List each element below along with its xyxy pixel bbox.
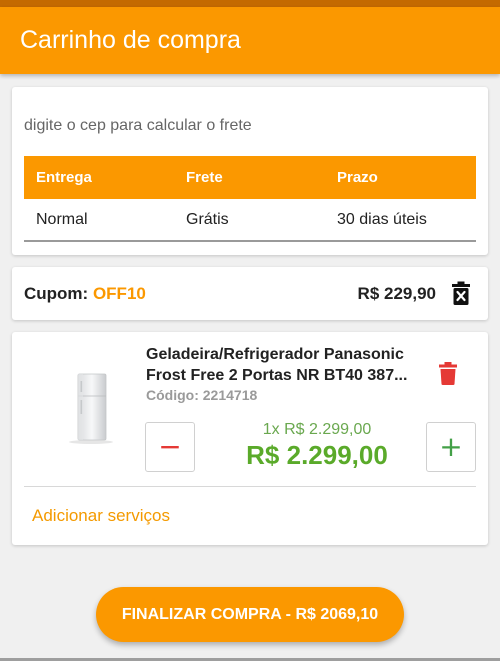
divider: [24, 486, 476, 487]
shipping-card: Entrega Frete Prazo Normal Grátis 30 dia…: [12, 87, 488, 255]
unit-price: 1x R$ 2.299,00: [262, 421, 372, 438]
coupon-card: Cupom: OFF10 R$ 229,90: [12, 267, 488, 320]
decrease-quantity-button[interactable]: −: [145, 422, 195, 472]
deadline-cell: 30 dias úteis: [337, 210, 427, 228]
status-strip: [0, 0, 500, 7]
coupon-label: Cupom: OFF10: [24, 284, 146, 304]
cart-item-card: Geladeira/Refrigerador Panasonic Frost F…: [12, 332, 488, 545]
column-header-delivery: Entrega: [36, 169, 92, 186]
increase-quantity-button[interactable]: +: [426, 422, 476, 472]
coupon-label-text: Cupom:: [24, 284, 89, 303]
coupon-value: R$ 229,90: [357, 284, 436, 303]
column-header-freight: Frete: [186, 169, 223, 186]
cep-input[interactable]: [24, 117, 464, 135]
freight-cell: Grátis: [186, 210, 229, 228]
checkout-button-label: FINALIZAR COMPRA - R$ 2069,10: [121, 605, 379, 623]
delete-item-icon[interactable]: [438, 362, 458, 385]
product-name[interactable]: Geladeira/Refrigerador Panasonic Frost F…: [146, 344, 426, 386]
item-total-price: R$ 2.299,00: [246, 440, 388, 470]
trash-icon[interactable]: [452, 281, 470, 305]
column-header-deadline: Prazo: [337, 169, 378, 186]
shipping-table-header: Entrega Frete Prazo: [24, 156, 476, 199]
page-title: Carrinho de compra: [20, 26, 241, 54]
product-code: Código: 2214718: [146, 387, 258, 403]
app-bar: Carrinho de compra: [0, 7, 500, 74]
checkout-button[interactable]: FINALIZAR COMPRA - R$ 2069,10: [96, 587, 404, 642]
coupon-code: OFF10: [92, 284, 146, 303]
add-services-link[interactable]: Adicionar serviços: [32, 506, 170, 526]
delivery-cell: Normal: [36, 210, 88, 228]
refrigerator-image: [69, 373, 113, 444]
table-row[interactable]: Normal Grátis 30 dias úteis: [24, 199, 476, 242]
plus-icon: +: [439, 430, 463, 463]
minus-icon: −: [158, 430, 182, 463]
shipping-table: Entrega Frete Prazo Normal Grátis 30 dia…: [24, 156, 476, 242]
